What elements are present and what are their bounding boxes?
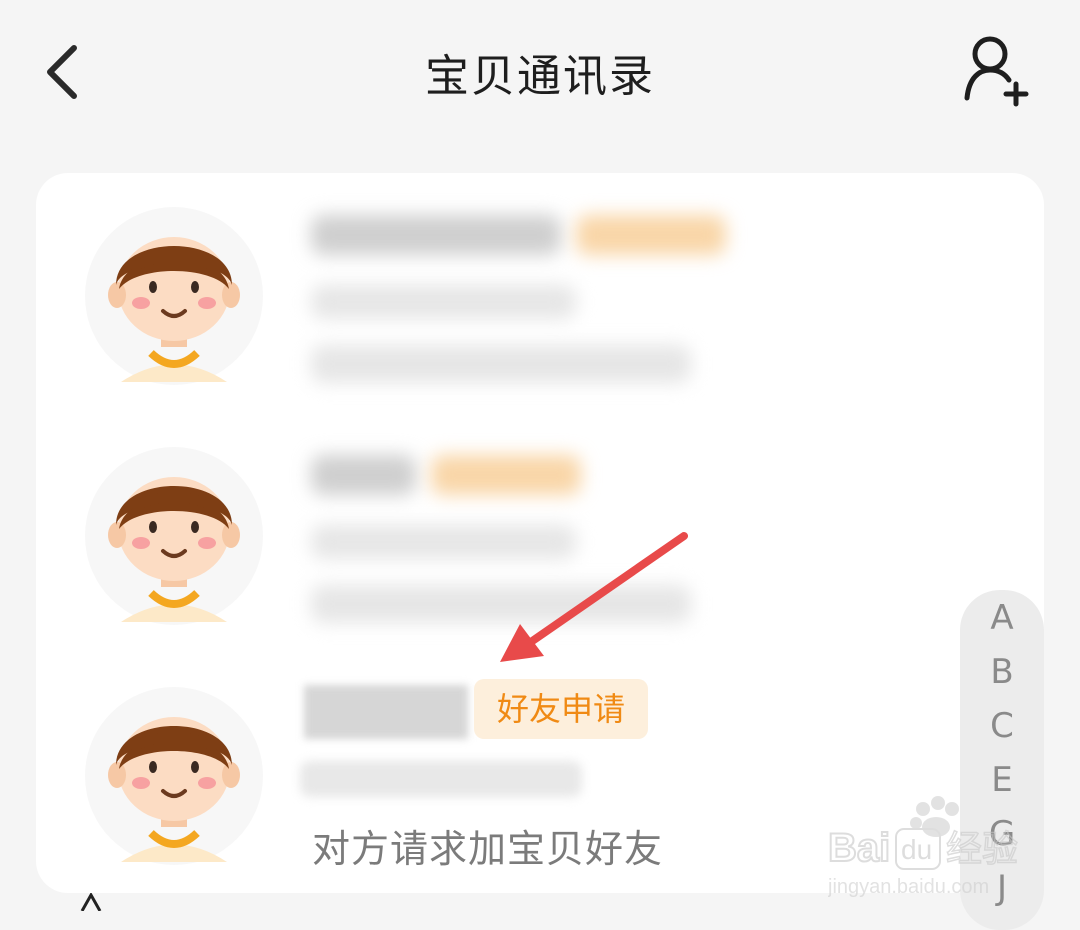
blurred-name (311, 455, 416, 495)
index-letter[interactable]: E (960, 760, 1044, 800)
index-letter[interactable]: C (960, 706, 1044, 746)
blurred-name (311, 215, 561, 255)
child-avatar-icon (85, 447, 263, 625)
partial-index-heading (80, 893, 102, 911)
svg-text:经验: 经验 (946, 829, 1018, 870)
friend-request-badge[interactable]: 好友申请 (474, 679, 648, 739)
index-letter[interactable]: A (960, 598, 1044, 638)
blurred-line (311, 345, 691, 383)
annotation-arrow-icon (500, 532, 688, 662)
child-avatar-icon (85, 687, 263, 865)
child-avatar-icon (85, 207, 263, 385)
page-title: 宝贝通讯录 (425, 51, 655, 102)
contact-item[interactable] (36, 195, 1044, 435)
svg-text:du: du (901, 834, 932, 865)
add-user-icon (964, 36, 1029, 107)
index-letter[interactable]: B (960, 652, 1044, 692)
blurred-name (304, 685, 468, 739)
blurred-badge (576, 215, 726, 255)
svg-text:Bai: Bai (828, 826, 890, 870)
blurred-badge (431, 455, 581, 495)
request-description: 对方请求加宝贝好友 (312, 827, 664, 871)
svg-text:jingyan.baidu.com: jingyan.baidu.com (828, 876, 989, 898)
blurred-line (300, 761, 582, 797)
baidu-jingyan-watermark: Bai du 经验 jingyan.baidu.com (828, 796, 1019, 898)
add-user-button[interactable] (955, 32, 1035, 112)
header: 宝贝通讯录 (0, 0, 1080, 145)
blurred-line (311, 285, 576, 319)
